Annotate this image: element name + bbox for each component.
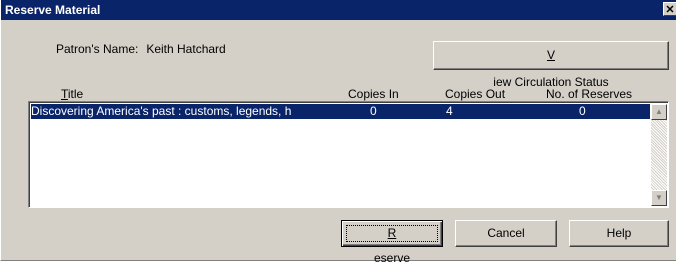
patron-label: Patron's Name:: [56, 42, 139, 56]
title-bar[interactable]: Reserve Material ✕: [1, 0, 676, 20]
view-circulation-status-button[interactable]: View Circulation Status: [433, 41, 669, 89]
scroll-down-button[interactable]: ▼: [651, 190, 667, 206]
item-copies-out: 4: [446, 104, 453, 118]
reserve-button[interactable]: Reserve: [341, 220, 443, 265]
close-button[interactable]: ✕: [663, 2, 676, 16]
column-header-reserves: No. of Reserves: [546, 87, 633, 101]
column-header-copies-out: Copies Out: [445, 87, 506, 101]
arrow-down-icon: ▼: [655, 193, 663, 202]
item-title: Discovering America's past : customs, le…: [31, 104, 292, 118]
vertical-scrollbar[interactable]: ▲ ▼: [651, 104, 667, 206]
material-list[interactable]: Discovering America's past : customs, le…: [28, 101, 669, 208]
view-accel: V: [546, 48, 555, 62]
focus-rectangle: [346, 225, 438, 242]
close-icon: ✕: [665, 4, 675, 16]
reserve-material-dialog: Reserve Material ✕ Patron's Name: Keith H…: [0, 0, 676, 265]
patron-info: Patron's Name: Keith Hatchard: [56, 42, 226, 56]
item-reserves: 0: [579, 104, 586, 118]
item-copies-in: 0: [370, 104, 377, 118]
scroll-up-button[interactable]: ▲: [651, 104, 667, 120]
patron-name: Keith Hatchard: [146, 42, 226, 56]
column-header-copies-in: Copies In: [348, 87, 399, 101]
column-header-title: Title: [61, 87, 84, 101]
cancel-button[interactable]: Cancel: [455, 220, 557, 247]
window-title: Reserve Material: [5, 3, 101, 17]
list-item[interactable]: Discovering America's past : customs, le…: [31, 104, 650, 119]
help-button[interactable]: Help: [569, 220, 669, 247]
arrow-up-icon: ▲: [655, 107, 663, 116]
